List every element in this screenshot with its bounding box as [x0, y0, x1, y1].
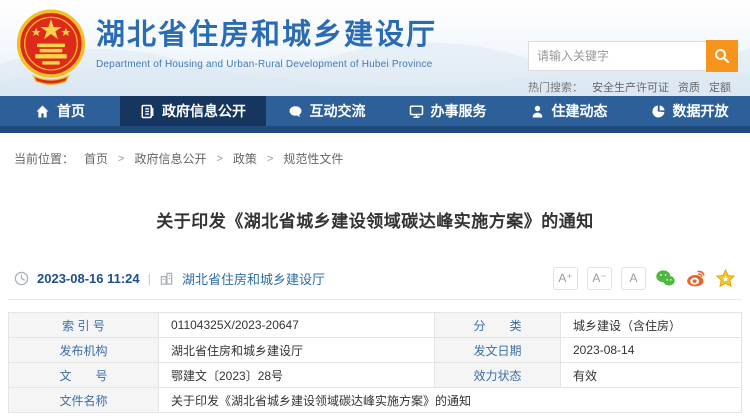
building-icon	[159, 271, 174, 286]
breadcrumb-separator: >	[118, 152, 125, 165]
category-value: 城乡建设（含住房）	[560, 312, 742, 338]
nav-item-gov-info[interactable]: 政府信息公开	[120, 96, 266, 126]
publisher-label: 发布机构	[8, 337, 159, 363]
clock-icon	[14, 271, 29, 286]
article-source: 湖北省住房和城乡建设厅	[182, 271, 326, 287]
person-icon	[532, 105, 542, 117]
nav-item-label: 办事服务	[430, 103, 487, 119]
site-title: 湖北省住房和城乡建设厅	[96, 19, 438, 51]
national-emblem	[16, 9, 86, 85]
monitor-icon	[409, 105, 423, 118]
nav-item-open-data[interactable]: 数据开放	[629, 96, 750, 126]
nav-item-news[interactable]: 住建动态	[508, 96, 629, 126]
article-info-row: 2023-08-16 11:24 | 湖北省住房和城乡建设厅 A⁺ A⁻ A	[14, 266, 736, 290]
hot-search-link[interactable]: 定额	[709, 79, 731, 95]
validity-status-label: 效力状态	[434, 362, 561, 388]
index-number-value: 01104325X/2023-20647	[158, 312, 435, 338]
chat-icon	[289, 105, 301, 117]
doc-name-label: 文件名称	[8, 387, 159, 413]
favorite-star-icon[interactable]	[715, 268, 736, 289]
breadcrumb-item-normative-docs[interactable]: 规范性文件	[283, 150, 343, 167]
weibo-share-icon[interactable]	[685, 268, 706, 289]
hot-search-link[interactable]: 安全生产许可证	[592, 79, 669, 95]
breadcrumb: 当前位置： 首页 > 政府信息公开 > 政策 > 规范性文件	[14, 150, 750, 167]
search-button[interactable]	[706, 40, 738, 72]
validity-status-value: 有效	[560, 362, 742, 388]
publish-datetime: 2023-08-16 11:24	[37, 270, 140, 286]
publish-date-label: 发文日期	[434, 337, 561, 363]
nav-item-services[interactable]: 办事服务	[387, 96, 508, 126]
font-size-reset-button[interactable]: A	[621, 266, 646, 290]
publisher-value: 湖北省住房和城乡建设厅	[158, 337, 435, 363]
doc-number-label: 文 号	[8, 362, 159, 388]
breadcrumb-separator: >	[216, 152, 223, 165]
category-label: 分 类	[434, 312, 561, 338]
index-number-label: 索 引 号	[8, 312, 159, 338]
search-icon	[715, 49, 729, 63]
main-nav: 首页 政府信息公开 互动交流 办事服务 住建动态 数据开放	[0, 96, 750, 126]
hot-search-link[interactable]: 资质	[678, 79, 700, 95]
home-icon	[36, 105, 49, 117]
site-subtitle: Department of Housing and Urban-Rural De…	[96, 58, 433, 70]
hot-search-label: 热门搜索：	[528, 82, 583, 94]
doc-info-table: 索 引 号 01104325X/2023-20647 分 类 城乡建设（含住房）…	[8, 312, 742, 413]
article-title: 关于印发《湖北省城乡建设领域碳达峰实施方案》的通知	[156, 212, 594, 231]
font-size-decrease-button[interactable]: A⁻	[587, 266, 612, 290]
table-row: 索 引 号 01104325X/2023-20647 分 类 城乡建设（含住房）	[8, 312, 742, 338]
info-separator: |	[147, 270, 152, 286]
breadcrumb-label: 当前位置：	[14, 152, 75, 166]
breadcrumb-item-gov-info[interactable]: 政府信息公开	[134, 150, 206, 167]
nav-bottom-strip	[0, 126, 750, 133]
nav-item-label: 政府信息公开	[162, 103, 246, 119]
font-size-increase-button[interactable]: A⁺	[553, 266, 578, 290]
wechat-share-icon[interactable]	[655, 268, 676, 289]
pie-chart-icon	[651, 104, 665, 117]
breadcrumb-separator: >	[266, 152, 274, 165]
doc-number-value: 鄂建文〔2023〕28号	[158, 362, 435, 388]
table-row: 文件名称 关于印发《湖北省城乡建设领域碳达峰实施方案》的通知	[8, 387, 742, 413]
doc-name-value: 关于印发《湖北省城乡建设领域碳达峰实施方案》的通知	[158, 387, 742, 413]
nav-item-label: 数据开放	[672, 103, 729, 119]
nav-item-label: 住建动态	[551, 103, 608, 119]
search-area: 热门搜索： 安全生产许可证 资质 定额	[528, 40, 740, 95]
nav-item-label: 互动交流	[309, 103, 366, 119]
table-row: 发布机构 湖北省住房和城乡建设厅 发文日期 2023-08-14	[8, 337, 742, 363]
search-input[interactable]	[528, 41, 706, 71]
document-icon	[141, 104, 154, 118]
site-header: 湖北省住房和城乡建设厅 Department of Housing and Ur…	[0, 0, 750, 96]
info-divider	[8, 299, 742, 300]
nav-item-label: 首页	[57, 103, 85, 119]
publish-date-value: 2023-08-14	[560, 337, 742, 363]
nav-item-interaction[interactable]: 互动交流	[266, 96, 387, 126]
table-row: 文 号 鄂建文〔2023〕28号 效力状态 有效	[8, 362, 742, 388]
breadcrumb-item-home[interactable]: 首页	[84, 150, 108, 167]
breadcrumb-item-policy[interactable]: 政策	[233, 150, 257, 167]
nav-item-home[interactable]: 首页	[0, 96, 120, 126]
